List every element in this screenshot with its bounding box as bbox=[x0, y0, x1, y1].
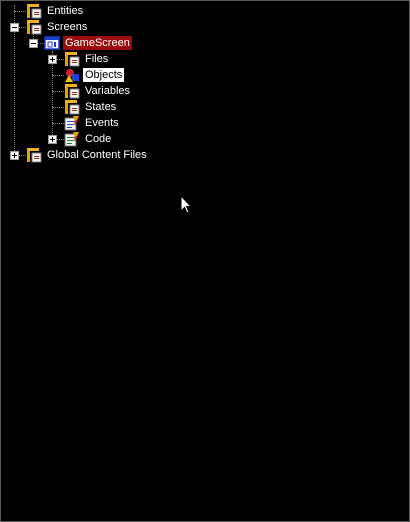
events-icon bbox=[64, 115, 80, 131]
expand-toggle[interactable] bbox=[10, 151, 19, 160]
tree-line bbox=[18, 155, 26, 156]
folder-icon bbox=[26, 3, 42, 19]
tree-item-label: Variables bbox=[85, 85, 131, 97]
folder-icon bbox=[64, 51, 80, 67]
tree-item-screens[interactable]: Screens bbox=[26, 19, 89, 35]
tree-line bbox=[52, 75, 64, 76]
tree-item-files[interactable]: Files bbox=[64, 51, 110, 67]
tree-item-label: Code bbox=[85, 133, 112, 145]
folder-icon bbox=[26, 19, 42, 35]
objects-icon bbox=[64, 67, 80, 83]
code-icon bbox=[64, 131, 80, 147]
tree-item-events[interactable]: Events bbox=[64, 115, 121, 131]
project-tree: Entities Screens GameScreen Files Object… bbox=[1, 1, 409, 521]
collapse-toggle[interactable] bbox=[29, 39, 38, 48]
tree-item-label: Entities bbox=[47, 5, 84, 17]
tree-line bbox=[18, 27, 26, 28]
tree-item-label: Global Content Files bbox=[47, 149, 147, 161]
tree-item-code[interactable]: Code bbox=[64, 131, 113, 147]
tree-item-label: Files bbox=[85, 53, 109, 65]
tree-item-objects[interactable]: Objects bbox=[64, 67, 125, 83]
tree-line bbox=[52, 51, 53, 139]
tree-item-label: Screens bbox=[47, 21, 88, 33]
tree-line bbox=[56, 139, 64, 140]
folder-icon bbox=[26, 147, 42, 163]
mouse-pointer-icon bbox=[180, 194, 193, 217]
tree-item-label: Objects bbox=[83, 68, 125, 82]
folder-icon bbox=[64, 83, 80, 99]
tree-item-global-content-files[interactable]: Global Content Files bbox=[26, 147, 149, 163]
collapse-toggle[interactable] bbox=[10, 23, 19, 32]
tree-item-label: States bbox=[85, 101, 117, 113]
tree-line bbox=[14, 11, 26, 12]
tree-item-variables[interactable]: Variables bbox=[64, 83, 132, 99]
tree-line bbox=[52, 123, 64, 124]
tree-item-entities[interactable]: Entities bbox=[26, 3, 85, 19]
expand-toggle[interactable] bbox=[48, 55, 57, 64]
tree-line bbox=[52, 91, 64, 92]
tree-item-states[interactable]: States bbox=[64, 99, 118, 115]
tree-line bbox=[52, 107, 64, 108]
screen-icon bbox=[44, 35, 60, 51]
tree-item-label: Events bbox=[85, 117, 119, 129]
tree-line bbox=[56, 59, 64, 60]
expand-toggle[interactable] bbox=[48, 135, 57, 144]
tree-item-label: GameScreen bbox=[63, 36, 132, 50]
folder-icon bbox=[64, 99, 80, 115]
tree-panel: Entities Screens GameScreen Files Object… bbox=[0, 0, 410, 522]
tree-item-gamescreen[interactable]: GameScreen bbox=[44, 35, 132, 51]
